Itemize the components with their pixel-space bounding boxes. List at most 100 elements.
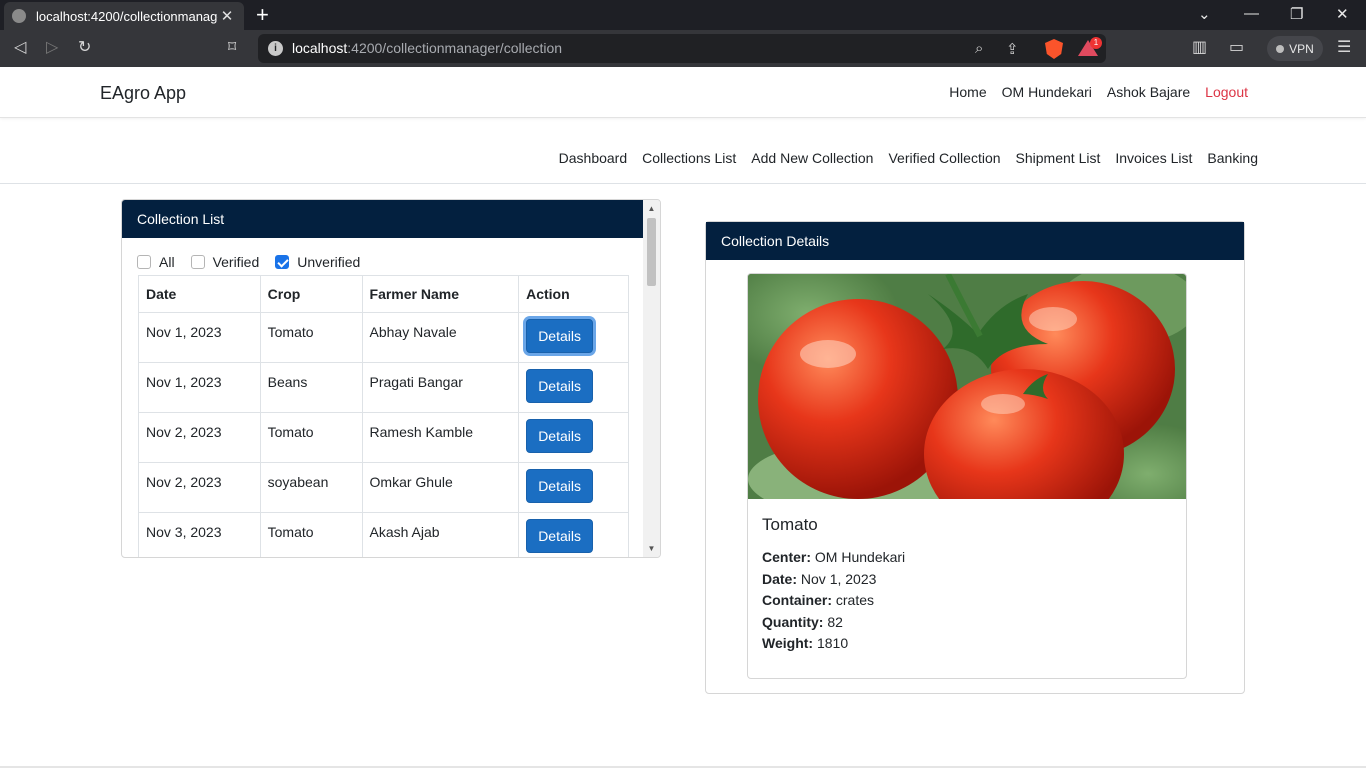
tab-title: localhost:4200/collectionmanage	[36, 8, 218, 24]
filter-all-checkbox[interactable]	[137, 255, 151, 269]
cell-crop: Tomato	[259, 512, 363, 557]
globe-icon	[12, 9, 26, 23]
restore-icon[interactable]: ❐	[1290, 5, 1303, 23]
brand[interactable]: EAgro App	[100, 83, 186, 104]
detail-date: Date: Nov 1, 2023	[762, 570, 877, 587]
table-row: Nov 1, 2023 Tomato Abhay Navale Details	[138, 312, 629, 363]
sub-nav: Dashboard Collections List Add New Colle…	[0, 118, 1366, 184]
cell-date: Nov 1, 2023	[138, 362, 261, 413]
wallet-icon[interactable]: ▭	[1229, 38, 1244, 58]
cell-action: Details	[518, 462, 629, 513]
tab-search-chevron-icon[interactable]: ⌄	[1198, 5, 1211, 23]
filter-unverified[interactable]: Unverified	[275, 254, 360, 270]
collection-list-title: Collection List	[122, 200, 644, 238]
cell-farmer: Pragati Bangar	[361, 362, 520, 413]
browser-tab[interactable]: localhost:4200/collectionmanage ✕	[4, 2, 244, 30]
browser-tab-strip: localhost:4200/collectionmanage ✕ + ⌄ — …	[0, 0, 1366, 30]
vpn-label: VPN	[1289, 41, 1314, 56]
url-text: localhost:4200/collectionmanager/collect…	[292, 40, 563, 56]
address-bar[interactable]: i localhost:4200/collectionmanager/colle…	[258, 34, 1106, 63]
vpn-status-icon	[1276, 44, 1285, 53]
window-close-icon[interactable]: ✕	[1336, 5, 1349, 23]
collection-details-card: Collection Details Tomato Center: OM Hun…	[705, 221, 1245, 694]
column-header-action: Action	[518, 275, 629, 313]
cell-crop: Beans	[259, 362, 363, 413]
cell-date: Nov 3, 2023	[138, 512, 261, 557]
browser-toolbar: ◁ ▷ ↻ ⌑ i localhost:4200/collectionmanag…	[0, 30, 1366, 67]
details-button[interactable]: Details	[526, 369, 594, 403]
subnav-collections-list[interactable]: Collections List	[642, 150, 736, 166]
cell-date: Nov 2, 2023	[138, 412, 261, 463]
top-nav: Home OM Hundekari Ashok Bajare Logout	[949, 84, 1248, 100]
app-navbar: EAgro App Home OM Hundekari Ashok Bajare…	[0, 67, 1366, 118]
filter-all-label: All	[159, 254, 175, 270]
table-header-row: Date Crop Farmer Name Action	[138, 275, 629, 313]
detail-weight: Weight: 1810	[762, 635, 849, 651]
subnav-verified-collection[interactable]: Verified Collection	[888, 150, 1000, 166]
detail-quantity: Quantity: 82	[762, 613, 843, 630]
cell-crop: Tomato	[259, 412, 363, 463]
vpn-button[interactable]: VPN	[1267, 36, 1323, 61]
column-header-crop: Crop	[259, 275, 363, 313]
crop-image	[748, 274, 1186, 499]
table-row: Nov 3, 2023 Tomato Akash Ajab Details	[138, 512, 629, 557]
new-tab-icon[interactable]: +	[256, 3, 269, 27]
filter-group: All Verified Unverified	[137, 254, 376, 270]
scroll-up-icon[interactable]: ▲	[643, 204, 660, 213]
nav-user[interactable]: Ashok Bajare	[1107, 84, 1190, 100]
collection-table: Date Crop Farmer Name Action Nov 1, 2023…	[138, 275, 629, 557]
cell-date: Nov 1, 2023	[138, 312, 261, 363]
detail-center: Center: OM Hundekari	[762, 549, 906, 565]
forward-icon[interactable]: ▷	[46, 38, 58, 58]
reload-icon[interactable]: ↻	[78, 38, 91, 58]
details-button[interactable]: Details	[526, 319, 594, 353]
details-button[interactable]: Details	[526, 419, 594, 453]
column-header-date: Date	[138, 275, 261, 313]
list-scrollbar[interactable]: ▲ ▼	[643, 200, 660, 557]
filter-unverified-checkbox[interactable]	[275, 255, 290, 269]
cell-farmer: Omkar Ghule	[361, 462, 520, 513]
filter-verified[interactable]: Verified	[190, 254, 260, 270]
table-row: Nov 2, 2023 soyabean Omkar Ghule Details	[138, 462, 629, 513]
menu-icon[interactable]: ☰	[1337, 38, 1351, 58]
cell-crop: soyabean	[259, 462, 363, 513]
cell-farmer: Akash Ajab	[361, 512, 520, 557]
filter-verified-label: Verified	[212, 254, 260, 270]
cell-farmer: Abhay Navale	[361, 312, 520, 363]
share-icon[interactable]: ⇪	[1006, 40, 1019, 58]
nav-home[interactable]: Home	[949, 84, 986, 100]
subnav-dashboard[interactable]: Dashboard	[559, 150, 628, 166]
cell-date: Nov 2, 2023	[138, 462, 261, 513]
cell-crop: Tomato	[259, 312, 363, 363]
cell-action: Details	[518, 412, 629, 463]
subnav-banking[interactable]: Banking	[1207, 150, 1258, 166]
subnav-add-new-collection[interactable]: Add New Collection	[751, 150, 873, 166]
subnav-invoices-list[interactable]: Invoices List	[1115, 150, 1192, 166]
bookmark-icon[interactable]: ⌑	[228, 38, 236, 58]
table-row: Nov 2, 2023 Tomato Ramesh Kamble Details	[138, 412, 629, 463]
sidebar-icon[interactable]: ▥	[1192, 38, 1207, 58]
details-button[interactable]: Details	[526, 519, 594, 553]
scrollbar-thumb[interactable]	[647, 218, 656, 286]
subnav-shipment-list[interactable]: Shipment List	[1016, 150, 1101, 166]
crop-card: Tomato Center: OM Hundekari Date: Nov 1,…	[747, 273, 1187, 679]
filter-unverified-label: Unverified	[297, 254, 361, 270]
logout-link[interactable]: Logout	[1205, 84, 1248, 100]
cell-farmer: Ramesh Kamble	[361, 412, 520, 463]
collection-details-title: Collection Details	[706, 222, 1244, 260]
back-icon[interactable]: ◁	[14, 38, 26, 58]
cell-action: Details	[518, 362, 629, 413]
filter-verified-checkbox[interactable]	[190, 255, 205, 269]
scroll-down-icon[interactable]: ▼	[643, 544, 660, 553]
filter-all[interactable]: All	[137, 254, 175, 270]
details-button[interactable]: Details	[526, 469, 594, 503]
nav-center-user[interactable]: OM Hundekari	[1002, 84, 1092, 100]
column-header-farmer-name: Farmer Name	[361, 275, 520, 313]
cell-action: Details	[518, 312, 629, 363]
zoom-icon[interactable]: ⌕	[975, 40, 983, 57]
table-row: Nov 1, 2023 Beans Pragati Bangar Details	[138, 362, 629, 413]
site-info-icon[interactable]: i	[268, 41, 283, 56]
minimize-icon[interactable]: —	[1244, 5, 1259, 22]
close-tab-icon[interactable]: ✕	[218, 7, 236, 25]
crop-name: Tomato	[762, 515, 818, 534]
